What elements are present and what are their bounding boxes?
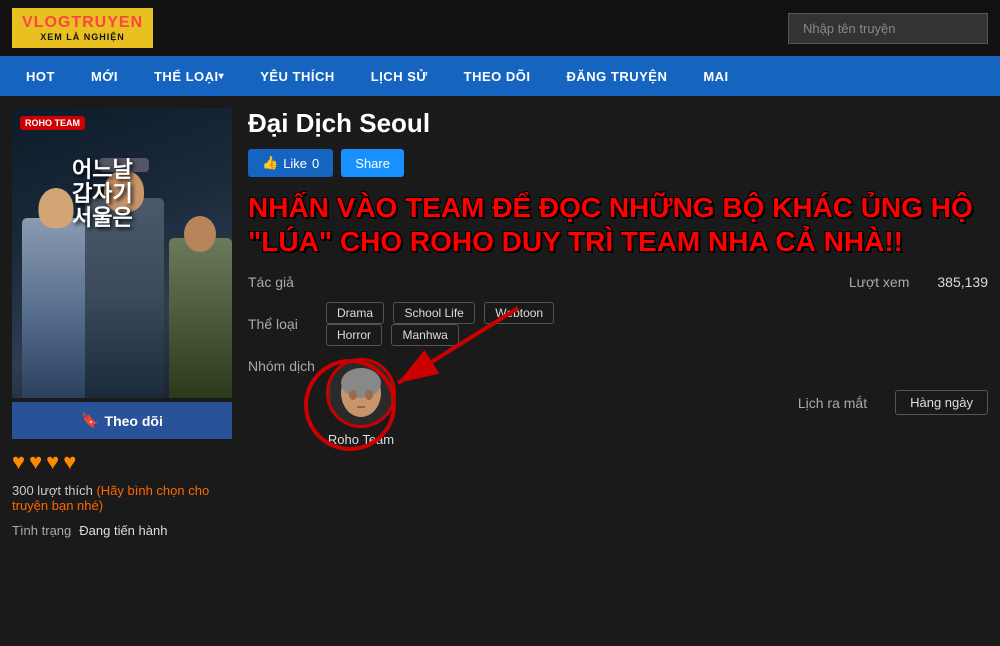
nav-yeu-thich[interactable]: YÊU THÍCH	[242, 56, 353, 96]
roho-badge: ROHO TEAM	[20, 116, 85, 130]
nhom-dich-cell: Nhóm dịch	[248, 358, 612, 447]
tags-container: Drama School Life Webtoon Horror Manhwa	[326, 302, 612, 346]
cover-korean-title: 어느날 갑자기 서울은	[72, 158, 133, 231]
like-button[interactable]: 👍 Like 0	[248, 149, 333, 177]
info-grid: Tác giả Lượt xem 385,139 Thể loại Drama …	[248, 274, 988, 447]
group-name: Roho Team	[328, 432, 394, 447]
group-area[interactable]: Roho Team	[326, 358, 396, 447]
right-column: Đại Dịch Seoul 👍 Like 0 Share NHẤN VÀO T…	[248, 108, 988, 538]
luot-xem-label: Lượt xem	[849, 274, 910, 290]
tag-manhwa[interactable]: Manhwa	[391, 324, 458, 346]
nav-the-loai[interactable]: THỂ LOẠI	[136, 56, 242, 96]
tag-webtoon[interactable]: Webtoon	[484, 302, 554, 324]
luot-xem-cell: Lượt xem 385,139	[624, 274, 988, 290]
action-buttons: 👍 Like 0 Share	[248, 149, 988, 177]
char1-head	[39, 188, 74, 228]
logo-area: VLOGTRUYEN XEM LÀ NGHIỆN	[12, 8, 153, 48]
group-avatar-svg	[331, 361, 391, 426]
char3-head	[184, 216, 216, 252]
tac-gia-cell: Tác giả	[248, 274, 612, 290]
cover-image: ROHO TEAM VLOGTRUYENXEM LÀ NGHIỆN 어느날 갑자…	[12, 108, 232, 398]
nav-moi[interactable]: MỚI	[73, 56, 136, 96]
bookmark-icon: 🔖	[81, 412, 98, 429]
group-avatar	[326, 358, 396, 428]
heart-2: ♥	[29, 449, 42, 475]
group-avatar-inner	[329, 361, 393, 425]
logo-vlog: VLOG	[22, 14, 71, 31]
promo-text: NHẤN VÀO TEAM ĐỂ ĐỌC NHỮNG BỘ KHÁC ỦNG H…	[248, 191, 988, 258]
logo-truyen: TRUYEN	[71, 14, 143, 31]
lich-ra-mat-label: Lịch ra mắt	[798, 395, 867, 411]
navbar: HOT MỚI THỂ LOẠI YÊU THÍCH LỊCH SỬ THEO …	[0, 56, 1000, 96]
tag-drama[interactable]: Drama	[326, 302, 384, 324]
manga-cover: ROHO TEAM VLOGTRUYENXEM LÀ NGHIỆN 어느날 갑자…	[12, 108, 232, 398]
tag-school-life[interactable]: School Life	[393, 302, 474, 324]
nav-dang-truyen[interactable]: ĐĂNG TRUYỆN	[549, 56, 686, 96]
grid-spacer	[624, 302, 988, 346]
likes-count: 300 lượt thích (Hãy bình chọn cho truyện…	[12, 483, 232, 513]
search-input[interactable]	[788, 13, 988, 44]
left-column: ROHO TEAM VLOGTRUYENXEM LÀ NGHIỆN 어느날 갑자…	[12, 108, 232, 538]
logo-top: VLOGTRUYEN	[22, 14, 143, 32]
the-loai-label: Thể loại	[248, 316, 318, 332]
status-value: Đang tiến hành	[79, 523, 167, 538]
nhom-dich-label: Nhóm dịch	[248, 358, 318, 374]
status-label: Tình trạng	[12, 523, 71, 538]
character-1	[22, 218, 90, 398]
logo-bottom: XEM LÀ NGHIỆN	[40, 32, 125, 42]
header: VLOGTRUYEN XEM LÀ NGHIỆN	[0, 0, 1000, 56]
main-content: ROHO TEAM VLOGTRUYENXEM LÀ NGHIỆN 어느날 갑자…	[0, 96, 1000, 550]
lich-ra-mat-cell: Lịch ra mắt Hàng ngày	[624, 358, 988, 447]
manga-title: Đại Dịch Seoul	[248, 108, 988, 139]
follow-button[interactable]: 🔖 Theo dõi	[12, 402, 232, 439]
share-button[interactable]: Share	[341, 149, 404, 177]
heart-4: ♥	[63, 449, 76, 475]
status-row: Tình trạng Đang tiến hành	[12, 523, 232, 538]
logo-box: VLOGTRUYEN XEM LÀ NGHIỆN	[12, 8, 153, 48]
nav-mai[interactable]: MAI	[685, 56, 746, 96]
nav-theo-doi[interactable]: THEO DÕI	[446, 56, 549, 96]
luot-xem-value: 385,139	[937, 274, 988, 290]
heart-1: ♥	[12, 449, 25, 475]
daily-button[interactable]: Hàng ngày	[895, 390, 988, 415]
heart-3: ♥	[46, 449, 59, 475]
thumbs-up-icon: 👍	[262, 155, 278, 171]
the-loai-cell: Thể loại Drama School Life Webtoon Horro…	[248, 302, 612, 346]
tac-gia-label: Tác giả	[248, 274, 318, 290]
character-3	[169, 238, 232, 398]
nav-hot[interactable]: HOT	[8, 56, 73, 96]
nav-lich-su[interactable]: LỊCH SỬ	[353, 56, 446, 96]
tag-horror[interactable]: Horror	[326, 324, 382, 346]
rating-area: ♥ ♥ ♥ ♥	[12, 449, 232, 475]
